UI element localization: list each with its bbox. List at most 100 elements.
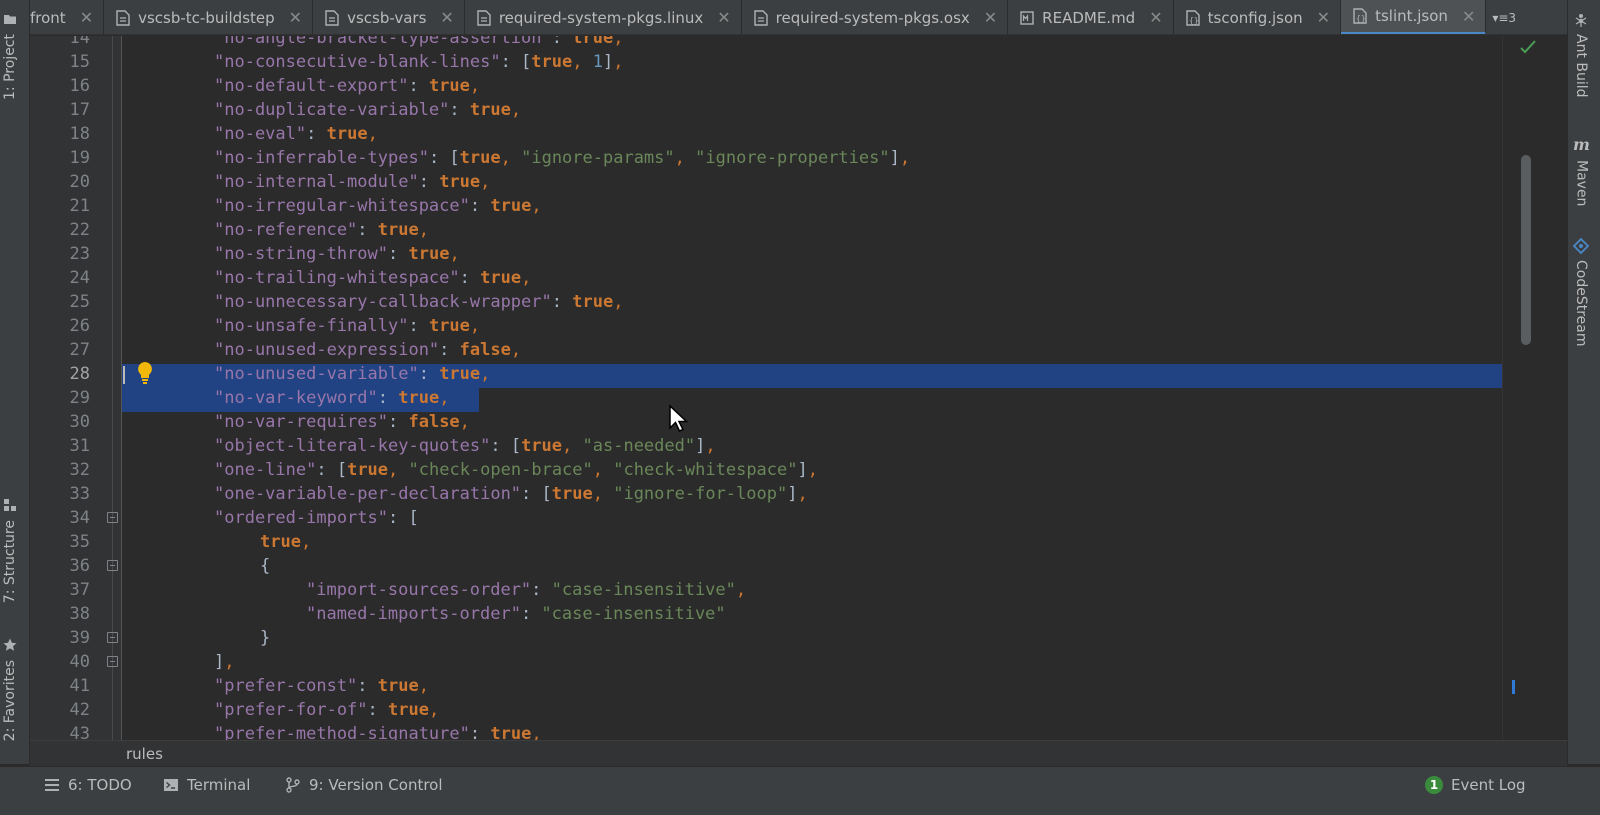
code-line: "import-sources-order": "case-insensitiv… (306, 580, 747, 600)
code-line: "no-eval": true, (214, 124, 378, 144)
fold-toggle-icon[interactable] (107, 656, 118, 667)
code-line: "one-variable-per-declaration": [true, "… (214, 484, 808, 504)
line-number: 39 (69, 628, 90, 648)
line-number: 31 (69, 436, 90, 456)
structure-tool-button[interactable]: 7: Structure (2, 498, 18, 603)
tab-front[interactable]: front ✕ (30, 0, 105, 34)
close-icon[interactable]: ✕ (1462, 7, 1475, 26)
code-line: "prefer-for-of": true, (214, 700, 440, 720)
line-number: 37 (69, 580, 90, 600)
tab-tslint[interactable]: {} tslint.json ✕ (1341, 0, 1487, 34)
folder-icon (4, 15, 16, 24)
scroll-marker (1512, 680, 1515, 694)
line-number: 32 (69, 460, 90, 480)
code-line: "no-unnecessary-callback-wrapper": true, (214, 292, 624, 312)
line-number: 43 (69, 724, 90, 740)
close-icon[interactable]: ✕ (80, 8, 93, 27)
tab-label: vscsb-vars (347, 8, 427, 27)
line-number: 22 (69, 220, 90, 240)
window-bottom-edge (0, 803, 1600, 815)
codestream-tool-button[interactable]: CodeStream (1573, 238, 1589, 347)
favorites-tool-button[interactable]: 2: Favorites (2, 638, 18, 741)
code-line: "no-unused-variable": true, (214, 364, 491, 384)
line-number: 40 (69, 652, 90, 672)
code-line: "no-reference": true, (214, 220, 429, 240)
ant-build-label: Ant Build (1573, 34, 1589, 98)
lightbulb-icon[interactable] (134, 360, 156, 386)
fold-toggle-icon[interactable] (107, 632, 118, 643)
code-line: "prefer-const": true, (214, 676, 429, 696)
breadcrumb: rules (30, 740, 1567, 766)
close-icon[interactable]: ✕ (1317, 8, 1330, 27)
scrollbar-thumb[interactable] (1521, 155, 1531, 345)
tab-required-system-pkgs-linux[interactable]: required-system-pkgs.linux ✕ (465, 0, 742, 34)
tab-readme[interactable]: README.md ✕ (1008, 0, 1174, 34)
text-file-icon (116, 9, 130, 26)
code-line: } (260, 628, 271, 648)
version-control-tool-button[interactable]: 9: Version Control (285, 776, 443, 794)
line-number: 26 (69, 316, 90, 336)
close-icon[interactable]: ✕ (1149, 8, 1162, 27)
breadcrumb-item[interactable]: rules (126, 745, 163, 763)
project-tool-label: 1: Project (2, 34, 18, 100)
line-number: 36 (69, 556, 90, 576)
text-file-icon (325, 9, 339, 26)
line-number: 20 (69, 172, 90, 192)
mouse-pointer-icon (669, 404, 689, 432)
tab-label: front (30, 8, 66, 27)
tab-tsconfig[interactable]: {} tsconfig.json ✕ (1174, 0, 1342, 34)
line-number: 23 (69, 244, 90, 264)
fold-toggle-icon[interactable] (107, 512, 118, 523)
ant-build-tool-button[interactable]: Ant Build (1573, 12, 1589, 98)
code-line: "no-irregular-whitespace": true, (214, 196, 542, 216)
terminal-label: Terminal (187, 776, 251, 794)
close-icon[interactable]: ✕ (984, 8, 997, 27)
line-number: 42 (69, 700, 90, 720)
code-line: "no-trailing-whitespace": true, (214, 268, 532, 288)
line-number: 30 (69, 412, 90, 432)
structure-icon (4, 499, 16, 511)
line-number: 27 (69, 340, 90, 360)
event-log-tool-button[interactable]: 1 Event Log (1425, 776, 1526, 794)
tab-vscsb-tc-buildstep[interactable]: vscsb-tc-buildstep ✕ (104, 0, 314, 34)
editor-scrollbar-track[interactable] (1502, 36, 1537, 740)
tab-label: required-system-pkgs.osx (775, 8, 970, 27)
line-number: 28 (69, 364, 90, 384)
bottom-tool-bar: 6: TODO Terminal 9: Version Control 1 Ev… (0, 766, 1600, 803)
maven-label: Maven (1573, 160, 1590, 207)
line-number: 16 (69, 76, 90, 96)
json-file-icon: {} (1185, 9, 1200, 26)
line-number: 15 (69, 52, 90, 72)
line-number: 24 (69, 268, 90, 288)
code-line: "one-line": [true, "check-open-brace", "… (214, 460, 818, 480)
left-tool-stripe: 1: Project 7: Structure 2: Favorites (0, 0, 30, 764)
code-line: "no-angle-bracket-type-assertion": true, (214, 36, 624, 48)
terminal-icon (164, 779, 178, 791)
code-editor[interactable]: 14 15 16 17 18 19 20 21 22 23 24 25 26 27 28 29 30 31 32 33… (30, 36, 1537, 740)
todo-tool-button[interactable]: 6: TODO (44, 776, 132, 794)
tab-required-system-pkgs-osx[interactable]: required-system-pkgs.osx ✕ (742, 0, 1009, 34)
inspection-ok-icon[interactable] (1520, 40, 1536, 54)
line-number: 17 (69, 100, 90, 120)
favorites-tool-label: 2: Favorites (2, 660, 18, 742)
star-icon (3, 638, 17, 651)
line-number: 41 (69, 676, 90, 696)
event-log-label: Event Log (1451, 776, 1526, 794)
tab-overflow-count: 3 (1508, 10, 1517, 25)
project-tool-button[interactable]: 1: Project (2, 12, 18, 100)
tab-overflow-button[interactable]: ▾≡ 3 (1486, 0, 1520, 34)
line-number-gutter: 14 15 16 17 18 19 20 21 22 23 24 25 26 27 28 29 30 31 32 33… (30, 36, 122, 740)
structure-tool-label: 7: Structure (2, 520, 18, 604)
tab-label: tslint.json (1375, 7, 1448, 25)
version-control-label: 9: Version Control (309, 776, 443, 794)
terminal-tool-button[interactable]: Terminal (163, 776, 250, 794)
maven-tool-button[interactable]: m Maven (1573, 135, 1590, 206)
close-icon[interactable]: ✕ (289, 8, 302, 27)
code-area[interactable]: "no-angle-bracket-type-assertion": true,… (122, 36, 1537, 740)
close-icon[interactable]: ✕ (440, 8, 453, 27)
close-icon[interactable]: ✕ (717, 8, 730, 27)
code-line: true, (260, 532, 312, 552)
tab-vscsb-vars[interactable]: vscsb-vars ✕ (313, 0, 465, 34)
fold-toggle-icon[interactable] (107, 560, 118, 571)
markdown-file-icon (1020, 10, 1034, 25)
